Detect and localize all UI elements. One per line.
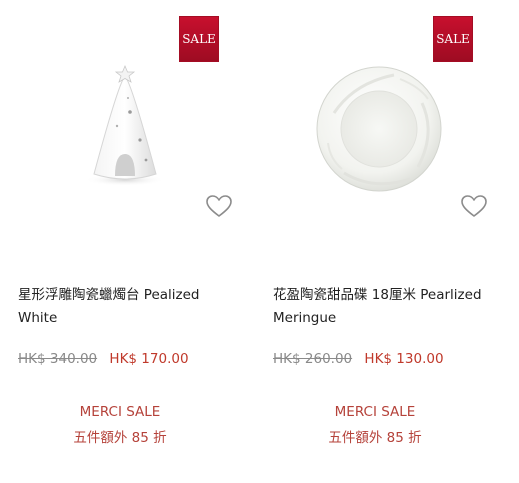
product-grid: SALE 星形浮雕陶瓷蠟燭台 Pealized White HK$ 340.00…	[0, 0, 519, 483]
product-title-line: White	[18, 310, 58, 326]
product-title[interactable]: 星形浮雕陶瓷蠟燭台 Pealized White	[18, 284, 238, 330]
price-row: HK$ 340.00 HK$ 170.00	[18, 351, 248, 367]
sale-price: HK$ 130.00	[364, 351, 444, 367]
promo-label: MERCI SALE	[334, 404, 416, 420]
original-price: HK$ 340.00	[18, 351, 98, 367]
heart-outline-icon[interactable]	[205, 194, 233, 218]
product-title[interactable]: 花盈陶瓷甜品碟 18厘米 Pearlized Meringue	[273, 284, 493, 330]
sale-badge: SALE	[179, 16, 219, 62]
sale-badge: SALE	[433, 16, 473, 62]
promo-label: MERCI SALE	[79, 404, 161, 420]
sale-price: HK$ 170.00	[109, 351, 189, 367]
promo-detail: 五件額外 85 折	[328, 430, 422, 446]
product-title-line: Meringue	[273, 310, 337, 326]
original-price: HK$ 260.00	[273, 351, 353, 367]
product-title-line: 星形浮雕陶瓷蠟燭台 Pealized	[18, 287, 200, 303]
candle-holder-image[interactable]	[70, 62, 180, 192]
dessert-plate-image[interactable]	[314, 63, 444, 195]
product-card[interactable]: SALE 花盈陶瓷甜品碟 18厘米 Pearlized Meringue HK$…	[255, 0, 495, 483]
heart-outline-icon[interactable]	[460, 194, 488, 218]
promo-detail: 五件額外 85 折	[73, 430, 167, 446]
product-card[interactable]: SALE 星形浮雕陶瓷蠟燭台 Pealized White HK$ 340.00…	[0, 0, 240, 483]
price-row: HK$ 260.00 HK$ 130.00	[273, 351, 503, 367]
product-title-line: 花盈陶瓷甜品碟 18厘米 Pearlized	[273, 287, 482, 303]
